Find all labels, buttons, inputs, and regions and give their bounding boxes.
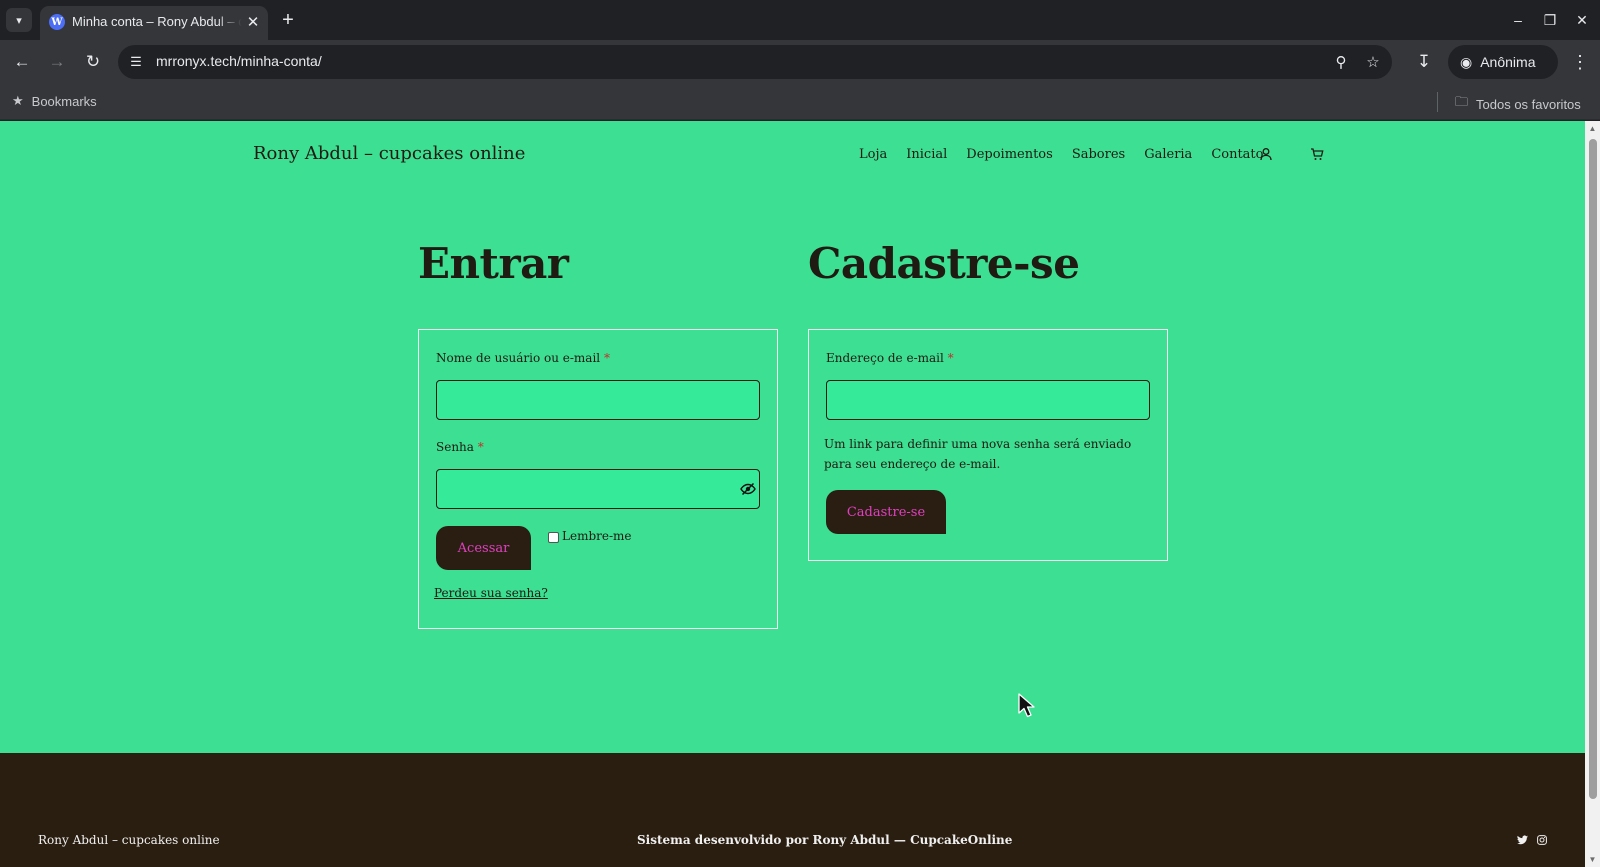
email-label: Endereço de e-mail * [826, 351, 954, 365]
bookmark-star-icon[interactable]: ☆ [1362, 51, 1384, 73]
close-icon[interactable]: ✕ [243, 12, 263, 32]
bookmarks-folder[interactable]: ★ Bookmarks [12, 93, 97, 109]
incognito-badge[interactable]: ◉ Anônima [1448, 45, 1558, 79]
download-icon[interactable]: ↧ [1412, 50, 1436, 74]
footer-site-title[interactable]: Rony Abdul – cupcakes online [38, 833, 220, 847]
folder-icon: 🗀 [1455, 94, 1469, 109]
instagram-icon[interactable] [1535, 833, 1549, 847]
tab-strip: ▾ W Minha conta – Rony Abdul – cupcakes … [0, 0, 1600, 40]
password-label: Senha * [436, 440, 484, 454]
url-text[interactable]: mrronyx.tech/minha-conta/ [156, 53, 322, 69]
page-viewport: Rony Abdul – cupcakes online Loja Inicia… [0, 121, 1585, 867]
password-input[interactable] [436, 469, 760, 509]
show-password-icon[interactable] [738, 479, 758, 499]
chevron-down-icon: ▾ [16, 14, 22, 27]
remember-me-checkbox[interactable] [548, 532, 559, 543]
login-submit-button[interactable]: Acessar [436, 526, 531, 570]
active-tab[interactable]: W Minha conta – Rony Abdul – cupcakes on… [40, 6, 268, 40]
new-tab-button[interactable]: + [276, 8, 300, 32]
bookmarks-bar: ★ Bookmarks 🗀 Todos os favoritos [0, 84, 1600, 120]
all-bookmarks-button[interactable]: 🗀 Todos os favoritos [1455, 93, 1581, 115]
login-form: Nome de usuário ou e-mail * Senha * Aces… [418, 329, 778, 629]
site-info-icon[interactable]: ☰ [126, 52, 146, 72]
all-bookmarks-label: Todos os favoritos [1476, 96, 1581, 112]
register-form: Endereço de e-mail * Um link para defini… [808, 329, 1168, 561]
nav-item-inicial[interactable]: Inicial [906, 147, 947, 162]
password-field [436, 469, 760, 509]
register-info-text: Um link para definir uma nova senha será… [824, 437, 1132, 471]
site-footer: Rony Abdul – cupcakes online Sistema des… [0, 753, 1585, 867]
username-label: Nome de usuário ou e-mail * [436, 351, 610, 365]
scrollbar-thumb[interactable] [1589, 139, 1597, 799]
site-title[interactable]: Rony Abdul – cupcakes online [253, 143, 525, 164]
footer-credit: Sistema desenvolvido por Rony Abdul — Cu… [637, 833, 1013, 847]
reload-button[interactable]: ↻ [81, 50, 105, 74]
bookmarks-divider [1437, 92, 1438, 112]
minimize-button[interactable]: – [1506, 8, 1530, 32]
scroll-up-icon[interactable]: ▲ [1588, 124, 1597, 133]
zoom-icon[interactable]: ⚲ [1330, 51, 1352, 73]
browser-menu-icon[interactable]: ⋮ [1568, 50, 1592, 74]
browser-toolbar: ← → ↻ ☰ mrronyx.tech/minha-conta/ ⚲ ☆ ↧ … [0, 40, 1600, 84]
tab-search-button[interactable]: ▾ [6, 8, 32, 32]
register-submit-button[interactable]: Cadastre-se [826, 490, 946, 534]
incognito-label: Anônima [1480, 54, 1536, 70]
nav-item-depoimentos[interactable]: Depoimentos [966, 147, 1053, 162]
tab-title: Minha conta – Rony Abdul – cupcakes onli… [72, 14, 242, 29]
mouse-cursor-icon [1018, 693, 1035, 718]
twitter-icon[interactable] [1515, 833, 1529, 847]
login-heading: Entrar [418, 239, 569, 288]
nav-item-sabores[interactable]: Sabores [1072, 147, 1125, 162]
scroll-down-icon[interactable]: ▼ [1588, 855, 1597, 864]
lost-password-link[interactable]: Perdeu sua senha? [434, 586, 548, 600]
remember-me-label: Lembre-me [562, 529, 632, 543]
username-input[interactable] [436, 380, 760, 420]
forward-button[interactable]: → [45, 50, 69, 74]
nav-item-loja[interactable]: Loja [859, 147, 887, 162]
star-icon: ★ [12, 93, 24, 108]
back-button[interactable]: ← [10, 50, 34, 74]
page-scrollbar[interactable]: ▲ ▼ [1585, 121, 1600, 867]
window-close-button[interactable]: ✕ [1570, 8, 1594, 32]
address-bar[interactable]: ☰ mrronyx.tech/minha-conta/ ⚲ ☆ [118, 45, 1392, 79]
email-input[interactable] [826, 380, 1150, 420]
cart-icon[interactable] [1306, 143, 1328, 165]
restore-button[interactable]: ❐ [1538, 8, 1562, 32]
bookmarks-label: Bookmarks [31, 93, 97, 109]
wordpress-icon: W [49, 14, 65, 30]
main-navigation: Loja Inicial Depoimentos Sabores Galeria… [859, 147, 1263, 162]
nav-item-galeria[interactable]: Galeria [1144, 147, 1192, 162]
account-icon[interactable] [1255, 143, 1277, 165]
register-heading: Cadastre-se [808, 239, 1080, 288]
incognito-icon: ◉ [1460, 53, 1473, 70]
